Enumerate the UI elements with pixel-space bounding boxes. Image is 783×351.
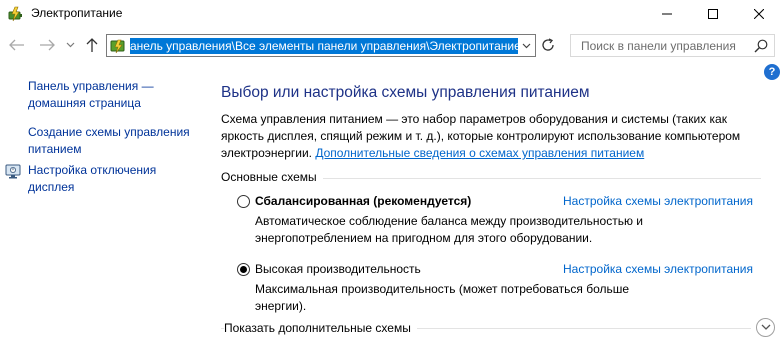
chevron-down-icon xyxy=(761,324,770,330)
section-label: Основные схемы xyxy=(221,170,323,184)
plan-description: Автоматическое соблюдение баланса между … xyxy=(255,214,644,245)
arrow-up-icon xyxy=(86,38,98,52)
up-button[interactable] xyxy=(83,36,101,54)
plan-settings-link[interactable]: Настройка схемы электропитания xyxy=(563,262,753,276)
control-panel-icon xyxy=(110,38,126,54)
radio-balanced[interactable] xyxy=(237,195,250,208)
back-button[interactable] xyxy=(8,36,26,54)
forward-button[interactable] xyxy=(38,36,56,54)
address-bar[interactable]: анель управления\Все элементы панели упр… xyxy=(106,34,536,57)
show-more-plans[interactable]: Показать дополнительные схемы xyxy=(221,318,776,338)
chevron-down-icon xyxy=(522,43,531,48)
refresh-icon xyxy=(542,38,554,51)
power-options-icon xyxy=(8,6,24,22)
arrow-left-icon xyxy=(9,39,24,51)
help-button[interactable]: ? xyxy=(764,64,780,80)
plan-name[interactable]: Сбалансированная (рекомендуется) xyxy=(255,194,471,208)
sidebar-link-home[interactable]: Панель управления — домашняя страница xyxy=(28,78,198,112)
minimize-icon xyxy=(662,13,672,15)
expand-button[interactable] xyxy=(756,318,775,337)
refresh-button[interactable] xyxy=(539,36,557,54)
search-icon[interactable] xyxy=(754,39,768,53)
title-bar: Электропитание xyxy=(0,0,783,28)
arrow-right-icon xyxy=(40,39,55,51)
close-button[interactable] xyxy=(736,0,782,28)
chevron-down-icon xyxy=(66,42,74,48)
navigation-bar: анель управления\Все элементы панели упр… xyxy=(0,32,783,60)
page-title: Выбор или настройка схемы управления пит… xyxy=(221,84,590,101)
address-path[interactable]: анель управления\Все элементы панели упр… xyxy=(130,38,518,54)
more-info-link[interactable]: Дополнительные сведения о схемах управле… xyxy=(315,146,644,160)
display-power-icon xyxy=(5,164,22,179)
search-input[interactable]: Поиск в панели управления xyxy=(570,34,775,57)
window-title: Электропитание xyxy=(31,6,123,20)
maximize-icon xyxy=(708,9,718,19)
search-placeholder: Поиск в панели управления xyxy=(581,39,736,53)
section-preferred-plans: Основные схемы xyxy=(221,170,761,186)
plan-name[interactable]: Высокая производительность xyxy=(255,262,421,276)
page-description: Схема управления питанием — это набор па… xyxy=(221,111,756,162)
close-icon xyxy=(754,9,764,19)
address-dropdown-button[interactable] xyxy=(518,35,535,56)
recent-locations-button[interactable] xyxy=(64,36,76,54)
show-more-label[interactable]: Показать дополнительные схемы xyxy=(224,321,417,335)
minimize-button[interactable] xyxy=(644,0,690,28)
plan-settings-link[interactable]: Настройка схемы электропитания xyxy=(563,194,753,208)
maximize-button[interactable] xyxy=(690,0,736,28)
plan-description: Максимальная производительность (может п… xyxy=(255,282,630,313)
radio-high-performance[interactable] xyxy=(237,263,250,276)
sidebar-link-display-off[interactable]: Настройка отключения дисплея xyxy=(28,162,198,196)
sidebar-link-create-plan[interactable]: Создание схемы управления питанием xyxy=(28,124,198,158)
